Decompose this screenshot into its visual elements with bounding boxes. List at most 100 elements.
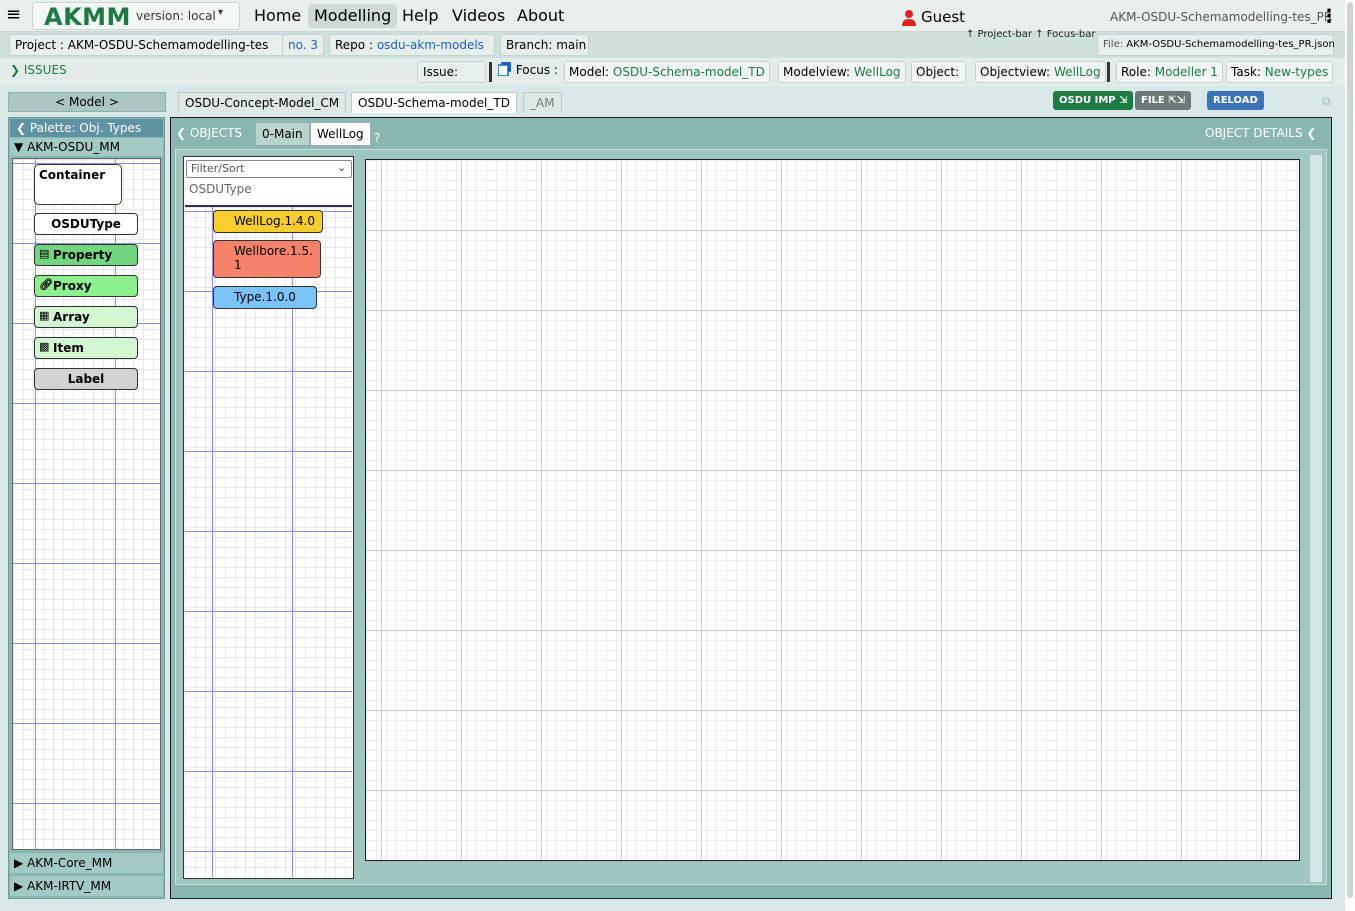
filter-type-label: OSDUType [189, 182, 252, 196]
grid-icon: ▦ [39, 309, 50, 322]
palette-item-proxy[interactable]: 🔗︎ Proxy [34, 275, 138, 297]
metamodel-label: AKM-IRTV_MM [27, 879, 112, 893]
project-bar-toggle[interactable]: ↑ Project-bar [966, 29, 1032, 40]
palette-item-label: Property [53, 248, 113, 262]
repo-chip[interactable]: Repo : osdu-akm-models [329, 34, 495, 56]
hamburger-menu-icon[interactable]: ≡ [6, 6, 22, 24]
focus-task-chip[interactable]: Task: New-types [1226, 61, 1334, 83]
model-label: Model: [569, 65, 610, 79]
chevron-down-icon[interactable]: ⌄ [337, 161, 346, 174]
focus-object-chip[interactable]: Object: [911, 61, 966, 83]
palette-item-item[interactable]: ▩ Item [34, 337, 138, 359]
page-scrollbar-thumb[interactable] [1347, 2, 1353, 898]
filter-sort-select[interactable]: Filter/Sort [186, 160, 352, 178]
focus-role-chip[interactable]: Role: Modeller 1 [1116, 61, 1223, 83]
palette-title-label: Palette: Obj. Types [29, 121, 142, 135]
focus-model-chip[interactable]: Model: OSDU-Schema-model_TD [564, 61, 770, 83]
version-select[interactable]: version: local [136, 9, 216, 23]
objects-label: OBJECTS [189, 126, 243, 140]
separator [1107, 62, 1110, 82]
focus-modelview-chip[interactable]: Modelview: WellLog [778, 61, 906, 83]
focus-label: Focus : [515, 63, 558, 77]
palette-metamodel-core[interactable]: ▶ AKM-Core_MM [10, 853, 163, 873]
object-node-wellbore[interactable]: Wellbore.1.5. 1 [213, 240, 321, 278]
branch-chip[interactable]: Branch: main [500, 34, 589, 56]
metamodel-label: AKM-OSDU_MM [27, 140, 120, 154]
issues-toggle[interactable]: ❯ ISSUES [10, 63, 67, 77]
focus-objectview-chip[interactable]: Objectview: WellLog [975, 61, 1106, 83]
palette-metamodel-irtv[interactable]: ▶ AKM-IRTV_MM [10, 876, 163, 896]
model-value: OSDU-Schema-model_TD [612, 65, 765, 79]
object-label: Object: [916, 65, 960, 79]
link-icon: 🔗︎ [39, 278, 53, 291]
file-button-label: FILE [1141, 95, 1165, 106]
role-value: Modeller 1 [1154, 65, 1218, 79]
help-icon[interactable]: ? [374, 131, 380, 145]
nav-about[interactable]: About [511, 4, 570, 28]
object-details-toggle[interactable]: OBJECT DETAILS ❮ [1205, 126, 1316, 140]
issue-chip[interactable]: Issue: [417, 61, 486, 83]
palette-metamodel-open[interactable]: ▼ AKM-OSDU_MM [10, 138, 163, 156]
chevron-left-icon[interactable]: ❮ [16, 121, 26, 135]
triangle-right-icon: ▶ [14, 856, 24, 870]
palette-item-property[interactable]: ▤ Property [34, 244, 138, 266]
model-toggle-button[interactable]: < Model > [8, 92, 166, 112]
osdu-import-button[interactable]: OSDU IMP ⇲ [1053, 91, 1134, 110]
diagram-canvas[interactable] [365, 159, 1300, 861]
brand-logo[interactable]: AKMM [44, 3, 131, 31]
more-vertical-icon[interactable]: ⋮ [1320, 6, 1338, 27]
project-number[interactable]: no. 3 [282, 34, 324, 56]
nav-home[interactable]: Home [248, 4, 307, 28]
tab-modelview-main[interactable]: 0-Main [255, 122, 310, 146]
separator [489, 62, 492, 82]
triangle-down-icon: ▼ [14, 140, 24, 154]
object-node-welllog[interactable]: WellLog.1.4.0 [213, 210, 323, 233]
chevron-left-icon: ❮ [176, 126, 187, 140]
copy-icon[interactable] [497, 62, 512, 77]
palette-item-label-type[interactable]: Label [34, 368, 138, 390]
metamodel-label: AKM-Core_MM [27, 856, 113, 870]
file-chip[interactable]: File: AKM-OSDU-Schemamodelling-tes_PR.js… [1097, 34, 1335, 56]
tab-modelview-welllog[interactable]: WellLog [310, 122, 371, 146]
task-value: New-types [1264, 65, 1329, 79]
nav-modelling[interactable]: Modelling [308, 4, 398, 28]
user-name[interactable]: Guest [921, 8, 965, 26]
chevron-down-icon[interactable]: ▾ [218, 7, 223, 18]
focus-bar-toggle[interactable]: ↑ Focus-bar [1035, 29, 1095, 40]
palette-item-container[interactable]: Container [34, 164, 122, 205]
objectview-label: Objectview: [980, 65, 1051, 79]
palette-item-array[interactable]: ▦ Array [34, 306, 138, 328]
file-button[interactable]: FILE ⇱⇲ [1135, 91, 1192, 110]
user-icon[interactable] [902, 10, 916, 26]
repo-label: Repo : [335, 38, 373, 52]
palette-title[interactable]: ❮ Palette: Obj. Types [10, 119, 163, 137]
file-export-icon: ⇱⇲ [1168, 95, 1186, 106]
tab-am[interactable]: _AM [523, 92, 562, 113]
triangle-right-icon: ▶ [14, 879, 24, 893]
bar-hints[interactable]: ↑ Project-bar ↑ Focus-bar [966, 29, 1095, 40]
project-label: Project : [15, 38, 64, 52]
nav-videos[interactable]: Videos [446, 4, 511, 28]
reload-button[interactable]: RELOAD [1207, 91, 1264, 110]
current-model-name: AKM-OSDU-Schemamodelling-tes_PR [1110, 10, 1333, 24]
osdu-import-label: OSDU IMP [1059, 95, 1116, 106]
object-details-label: OBJECT DETAILS [1205, 126, 1303, 140]
palette-item-label: Proxy [53, 279, 92, 293]
focus-label-group: Focus : [497, 62, 558, 77]
nav-help[interactable]: Help [396, 4, 444, 28]
import-icon: ⇲ [1119, 95, 1128, 106]
modelview-label: Modelview: [783, 65, 851, 79]
file-value: AKM-OSDU-Schemamodelling-tes_PR.json [1126, 39, 1335, 50]
canvas-scrollbar[interactable] [1310, 155, 1322, 882]
object-node-type[interactable]: Type.1.0.0 [213, 286, 317, 309]
palette-item-osdutype[interactable]: OSDUType [34, 213, 138, 235]
objects-toggle[interactable]: ❮ OBJECTS [176, 126, 242, 140]
tab-schema-model[interactable]: OSDU-Schema-model_TD [351, 92, 517, 113]
branch-label: Branch: [506, 38, 553, 52]
tab-concept-model[interactable]: OSDU-Concept-Model_CM [178, 92, 347, 113]
repo-link[interactable]: osdu-akm-models [377, 38, 484, 52]
modelview-value: WellLog [853, 65, 901, 79]
project-chip[interactable]: Project : AKM-OSDU-Schemamodelling-tes [9, 34, 324, 56]
palette-item-label: Item [53, 341, 84, 355]
external-link-icon[interactable]: ⧉ [1322, 94, 1331, 109]
